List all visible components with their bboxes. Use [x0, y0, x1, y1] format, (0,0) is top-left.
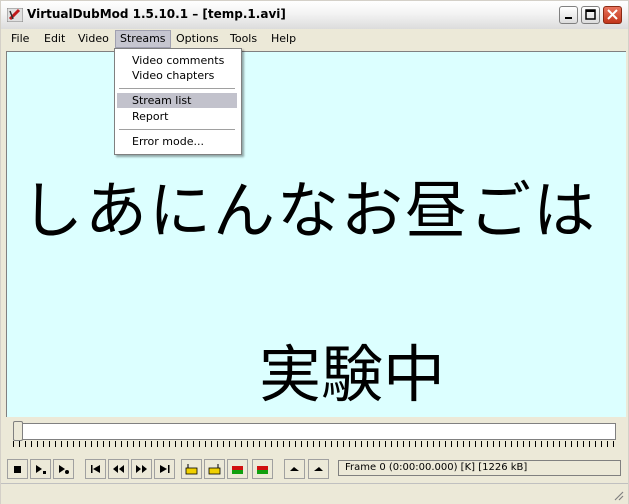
- go-to-end-button[interactable]: [154, 459, 175, 479]
- go-to-end-icon: [160, 465, 170, 473]
- menu-edit[interactable]: Edit: [40, 31, 69, 47]
- scene-back-icon: [232, 466, 243, 474]
- slider-tick-marks: [13, 441, 618, 447]
- menu-options[interactable]: Options: [172, 31, 222, 47]
- mark-in-icon: [290, 467, 299, 471]
- previous-frame-button[interactable]: [108, 459, 129, 479]
- play-output-icon: [59, 465, 69, 474]
- maximize-button[interactable]: [581, 6, 600, 24]
- menu-help[interactable]: Help: [267, 31, 300, 47]
- close-button[interactable]: [603, 6, 622, 24]
- menu-item-video-comments[interactable]: Video comments: [117, 53, 237, 68]
- maximize-icon: [585, 9, 596, 20]
- play-output-button[interactable]: [53, 459, 74, 479]
- frame-info-display: Frame 0 (0:00:00.000) [K] [1226 kB]: [338, 460, 621, 476]
- next-frame-icon: [136, 465, 147, 473]
- video-preview-pane[interactable]: しあにんなお昼ごは 実験中: [6, 51, 626, 417]
- stop-button[interactable]: [7, 459, 28, 479]
- menu-file[interactable]: File: [7, 31, 33, 47]
- virtualdub-app-icon[interactable]: [6, 7, 24, 23]
- menu-separator: [119, 129, 235, 130]
- play-input-icon: [36, 465, 46, 474]
- menu-item-stream-list[interactable]: Stream list: [117, 93, 237, 108]
- video-text-line1: しあにんなお昼ごは: [21, 174, 598, 247]
- menu-item-error-mode[interactable]: Error mode...: [117, 134, 237, 149]
- next-frame-button[interactable]: [131, 459, 152, 479]
- scene-back-button[interactable]: [227, 459, 248, 479]
- menu-bar: File Edit Video Streams Options Tools He…: [1, 29, 628, 49]
- go-to-start-icon: [91, 465, 100, 473]
- slider-thumb[interactable]: [13, 421, 23, 441]
- minimize-button[interactable]: [559, 6, 578, 24]
- title-bar[interactable]: VirtualDubMod 1.5.10.1 – [temp.1.avi]: [1, 1, 628, 30]
- video-text-line2: 実験中: [259, 338, 446, 411]
- mark-in-button[interactable]: [284, 459, 305, 479]
- previous-frame-icon: [113, 465, 124, 473]
- status-bar: [1, 483, 628, 504]
- play-input-button[interactable]: [30, 459, 51, 479]
- scene-forward-icon: [257, 466, 268, 474]
- resize-grip-icon[interactable]: [612, 489, 624, 501]
- menu-item-video-chapters[interactable]: Video chapters: [117, 68, 237, 83]
- previous-keyframe-button[interactable]: [181, 459, 202, 479]
- menu-item-report[interactable]: Report: [117, 109, 237, 124]
- streams-dropdown-menu: Video comments Video chapters Stream lis…: [114, 48, 242, 155]
- minimize-icon: [565, 17, 572, 19]
- mark-out-icon: [314, 467, 323, 471]
- stop-icon: [14, 466, 21, 473]
- next-keyframe-button[interactable]: [204, 459, 225, 479]
- close-icon: [607, 9, 618, 20]
- go-to-start-button[interactable]: [85, 459, 106, 479]
- next-keyframe-icon: [208, 464, 221, 475]
- slider-track[interactable]: [13, 423, 616, 440]
- position-slider[interactable]: [9, 421, 618, 441]
- menu-tools[interactable]: Tools: [226, 31, 261, 47]
- mark-out-button[interactable]: [308, 459, 329, 479]
- main-window: VirtualDubMod 1.5.10.1 – [temp.1.avi] Fi…: [0, 0, 629, 504]
- menu-separator: [119, 88, 235, 89]
- menu-streams[interactable]: Streams: [115, 30, 171, 48]
- scene-forward-button[interactable]: [252, 459, 273, 479]
- menu-video[interactable]: Video: [74, 31, 113, 47]
- previous-keyframe-icon: [185, 464, 198, 475]
- window-title: VirtualDubMod 1.5.10.1 – [temp.1.avi]: [27, 7, 286, 21]
